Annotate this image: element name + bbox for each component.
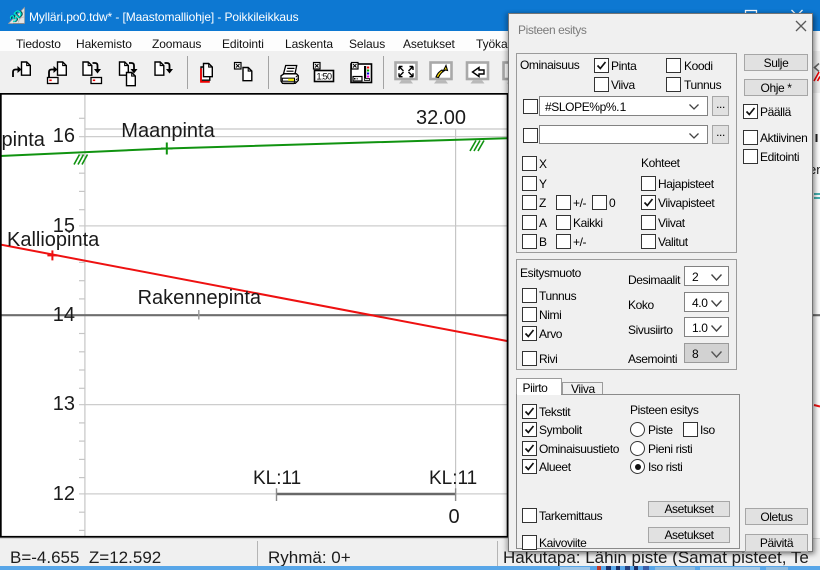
svg-text:1:50: 1:50 [317, 71, 333, 81]
